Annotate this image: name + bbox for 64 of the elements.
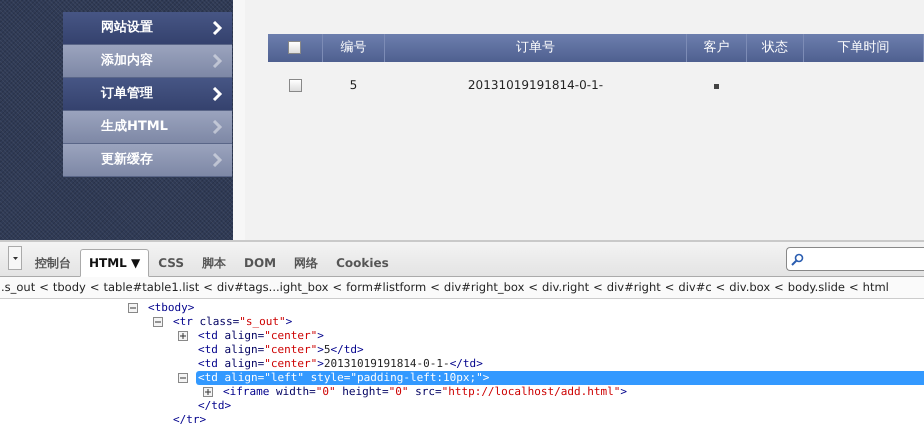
column-header: 编号 [322, 34, 384, 62]
breadcrumb-item[interactable]: div.box [729, 278, 770, 296]
select-all-checkbox[interactable] [288, 41, 302, 54]
breadcrumb-item[interactable]: html [862, 278, 889, 296]
breadcrumb-item[interactable]: body.slide [788, 278, 846, 296]
html-code-line[interactable]: <iframe width="0" height="0" src="http://localhost/add.html"> [221, 385, 630, 399]
breadcrumb-item[interactable]: form#listform [346, 278, 426, 296]
breadcrumb-separator: < [528, 278, 538, 296]
chevron-right-icon [212, 153, 222, 167]
search-field[interactable] [786, 247, 924, 271]
row-checkbox[interactable] [288, 79, 302, 92]
breadcrumb-item[interactable]: .s_out [1, 278, 36, 296]
devtools-tab[interactable]: DOM [235, 249, 286, 277]
breadcrumb-separator: < [664, 278, 674, 296]
collapse-toggle[interactable] [153, 317, 163, 327]
chevron-right-icon [212, 120, 222, 134]
html-code-line[interactable]: </tr> [171, 413, 208, 427]
breadcrumb-separator: < [90, 278, 100, 296]
html-code-line[interactable]: <td align="center">5</td> [196, 343, 366, 357]
breadcrumb-separator: < [203, 278, 213, 296]
menu-item[interactable]: 网站设置 [63, 12, 232, 45]
table-cell: 20131019191814-0-1- [468, 78, 604, 92]
collapse-toggle[interactable] [178, 373, 188, 383]
expand-toggle[interactable] [203, 387, 213, 397]
breadcrumb-separator: < [332, 278, 342, 296]
breadcrumb-separator: < [430, 278, 440, 296]
expand-toggle[interactable] [178, 331, 188, 341]
breadcrumb-separator: < [593, 278, 603, 296]
devtools-tab[interactable]: HTML ▼ [80, 249, 150, 277]
breadcrumb-item[interactable]: div#c [678, 278, 712, 296]
small-square-icon [714, 84, 719, 89]
dropdown-button[interactable] [8, 246, 22, 270]
html-code-line[interactable]: <tbody> [146, 301, 196, 315]
chevron-right-icon [212, 21, 222, 35]
column-header: 订单号 [384, 34, 686, 62]
column-header: 客户 [686, 34, 746, 62]
breadcrumb-separator: < [39, 278, 49, 296]
html-code-line[interactable]: </td> [196, 399, 234, 413]
breadcrumb-item[interactable]: div.right [542, 278, 590, 296]
breadcrumb-item[interactable]: div#tags...ight_box [216, 278, 328, 296]
devtools-tab[interactable]: 脚本 [193, 249, 236, 277]
breadcrumb-separator: < [716, 278, 726, 296]
breadcrumb-item[interactable]: div#right [606, 278, 661, 296]
devtools-tab[interactable]: 网络 [285, 249, 328, 277]
search-icon [791, 252, 804, 266]
breadcrumb-item[interactable]: div#right_box [444, 278, 524, 296]
collapse-toggle[interactable] [128, 303, 138, 313]
column-header: 状态 [746, 34, 804, 62]
caret-icon [12, 256, 18, 260]
table-cell: 5 [350, 78, 358, 92]
breadcrumb-separator: < [849, 278, 859, 296]
devtools-tab[interactable]: CSS [149, 249, 194, 277]
breadcrumb-separator: < [774, 278, 784, 296]
devtools-tab[interactable]: 控制台 [26, 249, 80, 277]
chevron-right-icon [212, 54, 222, 68]
breadcrumb-item[interactable]: tbody [52, 278, 86, 296]
devtools-tab[interactable]: Cookies [327, 249, 398, 277]
html-code-line[interactable]: <td align="center">20131019191814-0-1-</td> [196, 357, 485, 371]
html-code-line[interactable]: <tr class="s_out"> [171, 315, 294, 329]
chevron-right-icon [212, 87, 222, 101]
column-header: 下单时间 [804, 34, 924, 62]
breadcrumb-item[interactable]: table#table1.list [103, 278, 200, 296]
menu-item[interactable]: 订单管理 [63, 78, 232, 111]
html-code-line[interactable]: <td align="center"> [196, 329, 326, 343]
